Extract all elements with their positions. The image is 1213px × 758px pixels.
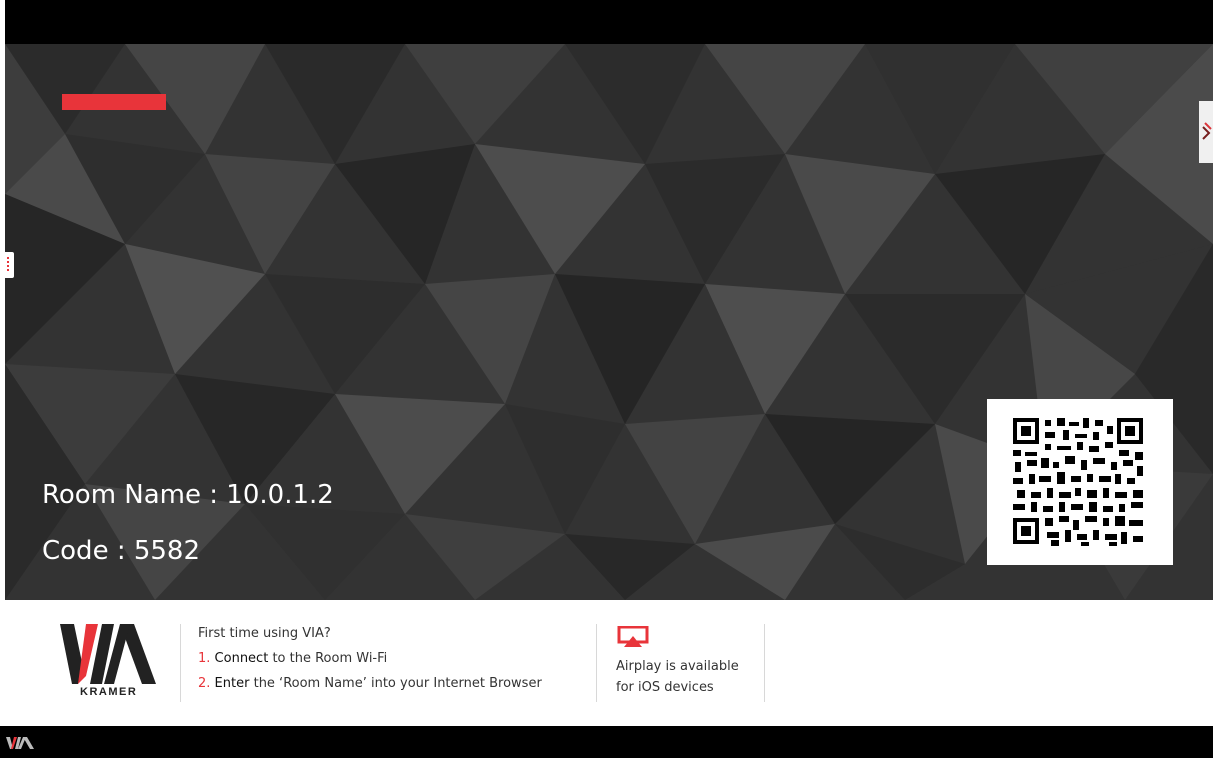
divider [764, 624, 765, 702]
instructions-intro: First time using VIA? [198, 626, 331, 641]
hero-background: Room Name : 10.0.1.2 Code : 5582 [5, 44, 1213, 600]
step-2-action: Enter [214, 676, 250, 691]
step-1-action: Connect [214, 651, 269, 666]
airplay-icon [617, 626, 649, 647]
airplay-line-1: Airplay is available [616, 659, 739, 674]
step-2: 2. Enter the ‘Room Name’ into your Inter… [198, 674, 542, 699]
side-menu-handle[interactable] [2, 252, 14, 278]
room-name-label: Room Name : 10.0.1.2 [42, 480, 334, 510]
instructions: First time using VIA? 1. Connect to the … [198, 624, 542, 699]
via-logo-icon [60, 624, 156, 684]
divider [180, 624, 181, 702]
collapsed-panel-tab[interactable] [1199, 101, 1213, 163]
footer: KRAMER First time using VIA? 1. Connect … [0, 600, 1213, 726]
step-1: 1. Connect to the Room Wi-Fi [198, 649, 542, 674]
via-mini-logo-icon [6, 737, 34, 749]
step-2-text: the ‘Room Name’ into your Internet Brows… [253, 676, 542, 691]
top-bar [5, 0, 1213, 44]
dot [7, 265, 9, 267]
vertical-dots-icon [7, 257, 9, 259]
qr-code-icon [1011, 416, 1147, 548]
step-1-number: 1. [198, 651, 211, 666]
dot [7, 261, 9, 263]
brand-name: KRAMER [80, 686, 138, 698]
room-code-label: Code : 5582 [42, 536, 201, 566]
airplay-info: Airplay is available for iOS devices [616, 656, 739, 698]
bottom-bar [0, 726, 1213, 758]
accent-bar [62, 94, 166, 110]
dot [7, 269, 9, 271]
step-2-number: 2. [198, 676, 211, 691]
airplay-line-2: for iOS devices [616, 680, 714, 695]
qr-code [987, 399, 1173, 565]
step-1-text: to the Room Wi-Fi [272, 651, 388, 666]
divider [596, 624, 597, 702]
